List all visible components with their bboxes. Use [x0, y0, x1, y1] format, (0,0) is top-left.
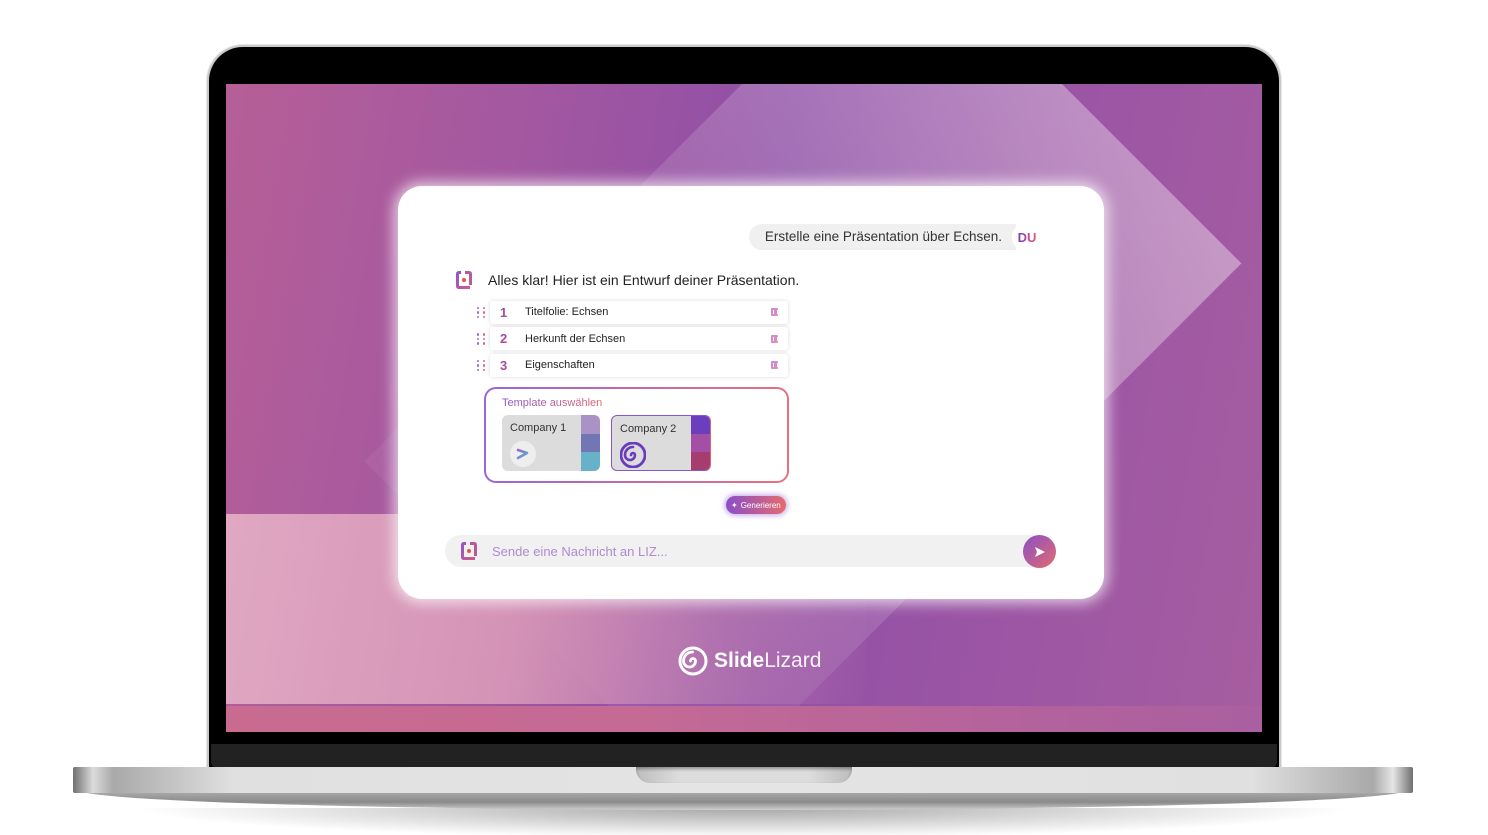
- swatch: [581, 415, 600, 434]
- swatch: [581, 433, 600, 453]
- slidelizard-logo: Slide Lizard: [678, 646, 821, 676]
- slide-number: 1: [500, 305, 514, 320]
- slide-item[interactable]: 2 Herkunft der Echsen: [474, 326, 788, 353]
- laptop-bezel: [211, 744, 1277, 768]
- slide-title[interactable]: Titelfolie: Echsen: [525, 306, 771, 318]
- trash-icon[interactable]: [771, 334, 778, 343]
- send-button[interactable]: [1023, 535, 1056, 568]
- trash-icon[interactable]: [771, 308, 778, 317]
- slide-item[interactable]: 3 Eigenschaften: [474, 352, 788, 379]
- template-preview: Company 2: [612, 416, 691, 470]
- brand-name-light: Lizard: [764, 649, 822, 672]
- user-avatar: DU: [1012, 222, 1042, 252]
- drag-handle-icon[interactable]: [474, 332, 488, 346]
- drag-handle-icon[interactable]: [474, 358, 488, 372]
- template-option-company-1[interactable]: Company 1: [502, 415, 600, 471]
- template-option-company-2[interactable]: Company 2: [611, 415, 711, 471]
- swatch: [691, 416, 710, 434]
- slidelizard-spiral-icon: [678, 646, 708, 676]
- generate-button[interactable]: ✦ Generieren: [726, 496, 786, 514]
- spiral-logo-icon: [620, 442, 646, 468]
- swatch: [581, 452, 600, 471]
- slide-card[interactable]: 3 Eigenschaften: [490, 353, 788, 377]
- slash-logo-icon: [510, 441, 536, 467]
- slide-title[interactable]: Eigenschaften: [525, 359, 771, 371]
- drag-handle-icon[interactable]: [474, 305, 488, 319]
- slide-item[interactable]: 1 Titelfolie: Echsen: [474, 299, 788, 326]
- generate-button-label: Generieren: [740, 500, 781, 510]
- user-avatar-initials: DU: [1017, 229, 1037, 245]
- slide-title[interactable]: Herkunft der Echsen: [525, 333, 771, 345]
- screen-band: [226, 706, 1262, 732]
- template-preview: Company 1: [502, 415, 581, 471]
- assistant-message-text: Alles klar! Hier ist ein Entwurf deiner …: [488, 272, 800, 288]
- swatch: [691, 434, 710, 452]
- slide-card[interactable]: 2 Herkunft der Echsen: [490, 327, 788, 351]
- user-message-bubble: Erstelle eine Präsentation über Echsen.: [748, 224, 1016, 250]
- slide-number: 2: [500, 331, 514, 346]
- template-name: Company 2: [620, 423, 677, 435]
- slide-card[interactable]: 1 Titelfolie: Echsen: [490, 300, 788, 324]
- trash-icon[interactable]: [771, 361, 778, 370]
- color-swatches: [691, 416, 710, 470]
- template-picker: Template auswählen Company 1 Company 2: [484, 387, 789, 483]
- send-arrow-icon: [1034, 546, 1045, 557]
- laptop-base-lip: [80, 790, 1406, 810]
- sparkle-icon: ✦: [731, 500, 738, 510]
- chat-panel: Erstelle eine Präsentation über Echsen. …: [398, 186, 1104, 599]
- user-message: Erstelle eine Präsentation über Echsen. …: [748, 222, 1042, 252]
- message-input[interactable]: [492, 543, 1031, 559]
- assistant-message: Alles klar! Hier ist ein Entwurf deiner …: [452, 268, 799, 292]
- liz-logo-icon: [456, 271, 472, 289]
- laptop-shadow: [130, 808, 1356, 835]
- template-picker-label: Template auswählen: [502, 397, 603, 409]
- brand-name-bold: Slide: [714, 649, 765, 672]
- liz-logo-icon: [461, 542, 477, 560]
- message-composer: [445, 535, 1055, 567]
- color-swatches: [581, 415, 600, 471]
- template-picker-body: Template auswählen Company 1 Company 2: [486, 389, 787, 481]
- slide-outline: 1 Titelfolie: Echsen 2 Herkunft der Echs…: [474, 299, 788, 379]
- swatch: [691, 452, 710, 470]
- laptop-notch: [636, 767, 852, 783]
- template-name: Company 1: [510, 422, 567, 434]
- slide-number: 3: [500, 358, 514, 373]
